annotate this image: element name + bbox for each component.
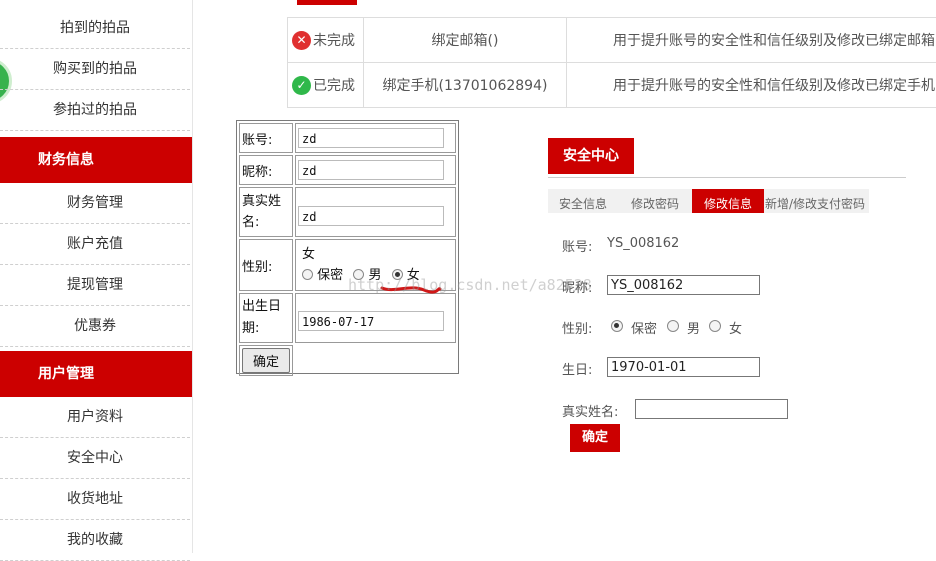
account-label: 账号: [562,236,592,255]
sidebar-item-coupons[interactable]: 优惠券 [0,306,190,347]
gender-option-female: 女 [729,318,742,337]
gender-radio-male[interactable] [353,269,364,280]
sidebar-item-finance-manage[interactable]: 财务管理 [0,183,190,224]
birth-cell: 1986-07-17 [295,293,456,343]
gender-radio-female[interactable] [392,269,403,280]
birth-label-line2: 期: [242,321,259,336]
empty-cell [295,345,456,376]
gender-label: 性别: [562,318,592,337]
birthday-label: 生日: [562,359,592,378]
bind-email-link[interactable]: 绑定邮箱() [364,18,567,63]
tab-edit-info[interactable]: 修改信息 [692,189,764,213]
nickname-cell: zd [295,155,456,185]
gender-option-male: 男 [368,268,381,283]
account-cell: zd [295,123,456,153]
account-value: YS_008162 [607,236,679,251]
sidebar-item-address[interactable]: 收货地址 [0,479,190,520]
gender-option-female: 女 [407,268,420,283]
table-row: ✓已完成 绑定手机(13701062894) 用于提升账号的安全性和信任级别及修… [288,63,936,108]
tab-security-info[interactable]: 安全信息 [559,189,607,213]
check-icon: ✓ [292,76,311,95]
red-annotation-scribble [380,282,442,294]
realname-label-line1: 真实姓 [242,194,281,209]
submit-cell: 确定 [239,345,293,376]
birth-input[interactable]: 1986-07-17 [298,311,444,331]
legacy-submit-button[interactable]: 确定 [242,348,290,373]
table-row: ✕未完成 绑定邮箱() 用于提升账号的安全性和信任级别及修改已绑定邮箱 [288,18,936,63]
account-label: 账号: [239,123,293,153]
realname-label-line2: 名: [242,215,259,230]
gender-radio-male[interactable] [667,320,679,332]
birth-label-line1: 出生日 [242,299,281,314]
sidebar-item-withdraw[interactable]: 提现管理 [0,265,190,306]
gender-value-text: 女 [298,244,453,265]
sidebar-item-favorites[interactable]: 我的收藏 [0,520,190,561]
sidebar-item-bid-lots[interactable]: 参拍过的拍品 [0,90,190,131]
profile-form-table: 账号: zd 昵称: zd 真实姓 名: zd 性别: 女 保密 男 [237,121,458,378]
birth-label: 出生日 期: [239,293,293,343]
realname-label: 真实姓名: [562,401,618,420]
tab-change-password[interactable]: 修改密码 [631,189,679,213]
status-text: 已完成 [313,78,355,94]
status-cell: ✓已完成 [288,63,364,108]
gender-option-secret: 保密 [317,268,343,283]
sidebar-header-user: 用户管理 [0,351,193,397]
nickname-input[interactable]: YS_008162 [607,275,760,295]
binding-description: 用于提升账号的安全性和信任级别及修改已绑定邮箱 [567,18,936,63]
nickname-label: 昵称: [239,155,293,185]
gender-radio-female[interactable] [709,320,721,332]
binding-description: 用于提升账号的安全性和信任级别及修改已绑定手机 [567,63,936,108]
realname-label: 真实姓 名: [239,187,293,237]
status-text: 未完成 [313,33,355,49]
sidebar: 拍到的拍品 购买到的拍品 参拍过的拍品 财务信息 财务管理 账户充值 提现管理 … [0,0,193,553]
status-cell: ✕未完成 [288,18,364,63]
top-tab-strip [297,0,357,5]
sidebar-item-security-center[interactable]: 安全中心 [0,438,190,479]
realname-cell: zd [295,187,456,237]
gender-radio-secret[interactable] [611,320,623,332]
error-x-icon: ✕ [292,31,311,50]
gender-option-secret: 保密 [631,318,657,337]
bind-phone-link[interactable]: 绑定手机(13701062894) [364,63,567,108]
nickname-input[interactable]: zd [298,160,444,180]
realname-input[interactable] [635,399,788,419]
sidebar-item-purchased-lots[interactable]: 购买到的拍品 [0,49,190,90]
realname-input[interactable]: zd [298,206,444,226]
sidebar-divider [192,0,193,553]
gender-option-male: 男 [687,318,700,337]
account-input[interactable]: zd [298,128,444,148]
sidebar-item-profile[interactable]: 用户资料 [0,397,190,438]
sidebar-item-won-lots[interactable]: 拍到的拍品 [0,8,190,49]
nickname-label: 昵称: [562,277,592,296]
birthday-input[interactable]: 1970-01-01 [607,357,760,377]
tab-payment-password[interactable]: 新增/修改支付密码 [765,189,865,213]
binding-status-table: ✕未完成 绑定邮箱() 用于提升账号的安全性和信任级别及修改已绑定邮箱 ✓已完成… [287,17,936,108]
profile-form-legacy: 账号: zd 昵称: zd 真实姓 名: zd 性别: 女 保密 男 [236,120,459,374]
title-underline [548,177,906,178]
confirm-button[interactable]: 确定 [570,424,620,452]
sidebar-header-finance: 财务信息 [0,137,193,183]
security-center-title: 安全中心 [548,138,634,174]
sidebar-item-recharge[interactable]: 账户充值 [0,224,190,265]
security-tabs: 安全信息 修改密码 修改信息 新增/修改支付密码 [548,189,869,213]
gender-label: 性别: [239,239,293,291]
gender-radio-secret[interactable] [302,269,313,280]
